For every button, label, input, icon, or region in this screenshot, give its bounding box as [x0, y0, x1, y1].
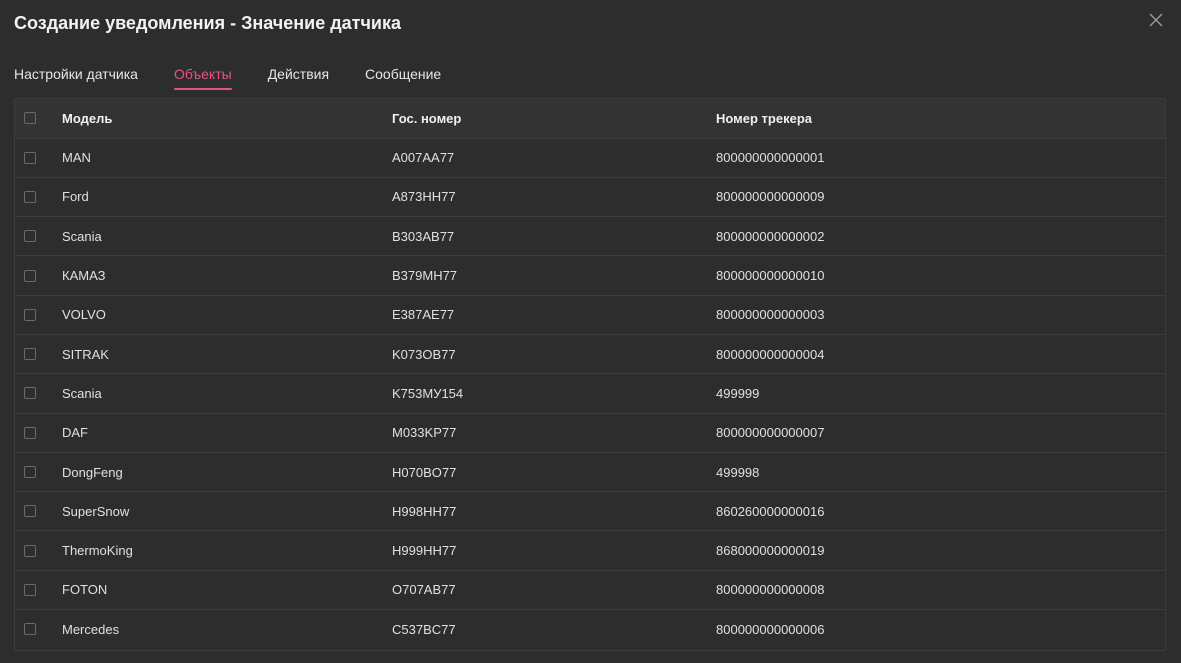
- header-plate[interactable]: Гос. номер: [392, 99, 716, 138]
- row-checkbox[interactable]: [24, 387, 36, 400]
- table-row[interactable]: MAN A007AA77 800000000000001: [15, 138, 1165, 177]
- cell-tracker: 800000000000001: [716, 150, 825, 166]
- cell-model: Mercedes: [62, 621, 120, 637]
- table-row[interactable]: КАМАЗ B379MH77 800000000000010: [15, 255, 1165, 295]
- header-tracker[interactable]: Номер трекера: [716, 99, 1165, 138]
- cell-model: FOTON: [62, 582, 108, 598]
- table-row[interactable]: DAF M033KP77 800000000000007: [15, 413, 1165, 452]
- tab-sensor-settings[interactable]: Настройки датчика: [14, 64, 138, 90]
- table-row[interactable]: Scania B303AB77 800000000000002: [15, 216, 1165, 256]
- cell-plate: H070BO77: [392, 464, 457, 480]
- table-row[interactable]: Ford A873HH77 800000000000009: [15, 177, 1165, 216]
- dialog-title: Создание уведомления - Значение датчика: [14, 13, 401, 33]
- table-row[interactable]: ThermoKing H999HH77 868000000000019: [15, 530, 1165, 570]
- cell-tracker: 499998: [716, 464, 760, 480]
- row-checkbox[interactable]: [24, 583, 36, 596]
- close-button[interactable]: [1149, 13, 1167, 31]
- tab-message[interactable]: Сообщение: [365, 64, 441, 90]
- table-row[interactable]: DongFeng H070BO77 499998: [15, 452, 1165, 491]
- cell-model: MAN: [62, 150, 91, 166]
- cell-plate: K753МУ154: [392, 385, 464, 401]
- table-row[interactable]: SITRAK K073OB77 800000000000004: [15, 334, 1165, 373]
- row-checkbox[interactable]: [24, 466, 36, 479]
- tab-actions[interactable]: Действия: [268, 64, 329, 90]
- cell-plate: E387AE77: [392, 307, 455, 323]
- cell-plate: A873HH77: [392, 189, 456, 205]
- cell-plate: O707AB77: [392, 582, 456, 598]
- cell-model: SuperSnow: [62, 503, 130, 519]
- cell-tracker: 499999: [716, 385, 760, 401]
- cell-tracker: 800000000000006: [716, 621, 825, 637]
- table-row[interactable]: SuperSnow H998HH77 860260000000016: [15, 491, 1165, 531]
- table-header-row: Модель Гос. номер Номер трекера: [15, 99, 1165, 138]
- row-checkbox[interactable]: [24, 308, 36, 321]
- cell-model: DAF: [62, 425, 88, 441]
- tab-objects[interactable]: Объекты: [173, 64, 232, 90]
- row-checkbox[interactable]: [24, 151, 36, 164]
- table-row[interactable]: VOLVO E387AE77 800000000000003: [15, 295, 1165, 334]
- notification-dialog: Создание уведомления - Значение датчика …: [0, 0, 1181, 663]
- cell-model: КАМАЗ: [62, 268, 106, 284]
- table-row[interactable]: FOTON O707AB77 800000000000008: [15, 570, 1165, 609]
- cell-plate: H998HH77: [392, 503, 457, 519]
- cell-plate: K073OB77: [392, 346, 456, 362]
- objects-table: Модель Гос. номер Номер трекера MAN A007…: [14, 98, 1166, 651]
- select-all-cell: [15, 99, 62, 138]
- select-all-checkbox[interactable]: [24, 112, 36, 125]
- cell-plate: M033KP77: [392, 425, 457, 441]
- row-checkbox[interactable]: [24, 190, 36, 203]
- row-checkbox[interactable]: [24, 348, 36, 361]
- row-checkbox[interactable]: [24, 623, 36, 636]
- cell-model: SITRAK: [62, 346, 109, 362]
- cell-model: Scania: [62, 228, 102, 244]
- cell-tracker: 800000000000004: [716, 346, 825, 362]
- cell-plate: B303AB77: [392, 228, 455, 244]
- cell-model: DongFeng: [62, 464, 123, 480]
- cell-tracker: 800000000000003: [716, 307, 825, 323]
- cell-tracker: 800000000000010: [716, 268, 825, 284]
- cell-model: VOLVO: [62, 307, 106, 323]
- row-checkbox[interactable]: [24, 230, 36, 243]
- row-checkbox[interactable]: [24, 426, 36, 439]
- table-row[interactable]: Mercedes C537BC77 800000000000006: [15, 609, 1165, 649]
- close-icon: [1149, 13, 1163, 27]
- cell-model: Ford: [62, 189, 89, 205]
- table-row[interactable]: Scania K753МУ154 499999: [15, 373, 1165, 413]
- cell-plate: C537BC77: [392, 621, 456, 637]
- header-model[interactable]: Модель: [62, 99, 392, 138]
- cell-plate: A007AA77: [392, 150, 455, 166]
- cell-tracker: 800000000000007: [716, 425, 825, 441]
- cell-tracker: 800000000000008: [716, 582, 825, 598]
- tab-bar: Настройки датчика Объекты Действия Сообщ…: [14, 64, 477, 92]
- cell-tracker: 860260000000016: [716, 503, 825, 519]
- cell-tracker: 800000000000009: [716, 189, 825, 205]
- cell-model: ThermoKing: [62, 543, 133, 559]
- row-checkbox[interactable]: [24, 269, 36, 282]
- row-checkbox[interactable]: [24, 505, 36, 518]
- cell-plate: B379MH77: [392, 268, 458, 284]
- cell-plate: H999HH77: [392, 543, 457, 559]
- cell-tracker: 868000000000019: [716, 543, 825, 559]
- cell-model: Scania: [62, 385, 102, 401]
- cell-tracker: 800000000000002: [716, 228, 825, 244]
- row-checkbox[interactable]: [24, 544, 36, 557]
